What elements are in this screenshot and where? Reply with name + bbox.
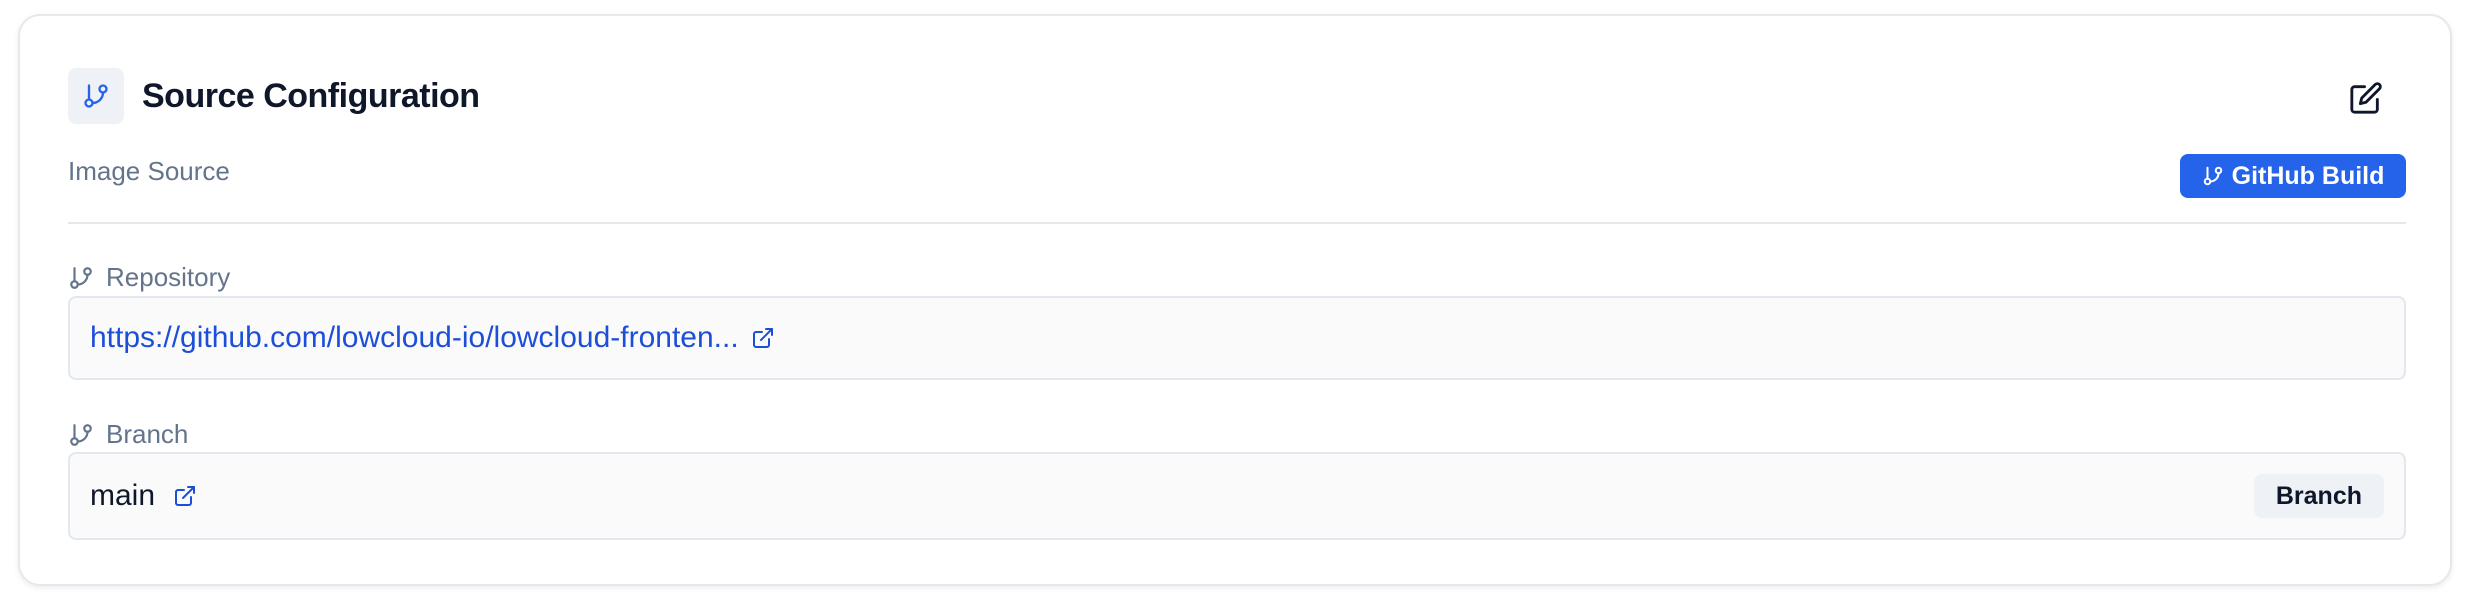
github-build-badge: GitHub Build: [2180, 154, 2406, 198]
card-title: Source Configuration: [142, 76, 480, 115]
repository-link[interactable]: https://github.com/lowcloud-io/lowcloud-…: [90, 321, 775, 355]
branch-label-text: Branch: [106, 419, 189, 449]
repository-label: Repository: [68, 262, 230, 293]
edit-button[interactable]: [2346, 78, 2386, 118]
git-branch-icon: [68, 422, 94, 448]
divider: [68, 222, 2406, 224]
repository-label-text: Repository: [106, 262, 231, 292]
github-build-label: GitHub Build: [2231, 161, 2385, 190]
image-source-label: Image Source: [68, 156, 230, 186]
repository-url[interactable]: https://github.com/lowcloud-io/lowcloud-…: [90, 321, 739, 355]
repository-field: https://github.com/lowcloud-io/lowcloud-…: [68, 296, 2406, 380]
branch-field: main Branch: [68, 452, 2406, 540]
source-configuration-card: Source Configuration Image Source GitHub…: [18, 14, 2452, 586]
external-link-icon[interactable]: [751, 326, 775, 350]
git-branch-icon: [68, 68, 124, 124]
external-link-icon[interactable]: [173, 484, 197, 508]
git-branch-icon: [2202, 165, 2224, 187]
git-branch-icon: [68, 265, 94, 291]
branch-value: main: [90, 479, 156, 512]
branch-tag: Branch: [2253, 474, 2384, 518]
card-header: Source Configuration: [68, 68, 480, 124]
edit-icon: [2349, 81, 2383, 115]
branch-value-row: main: [90, 479, 197, 513]
branch-label: Branch: [68, 419, 188, 450]
